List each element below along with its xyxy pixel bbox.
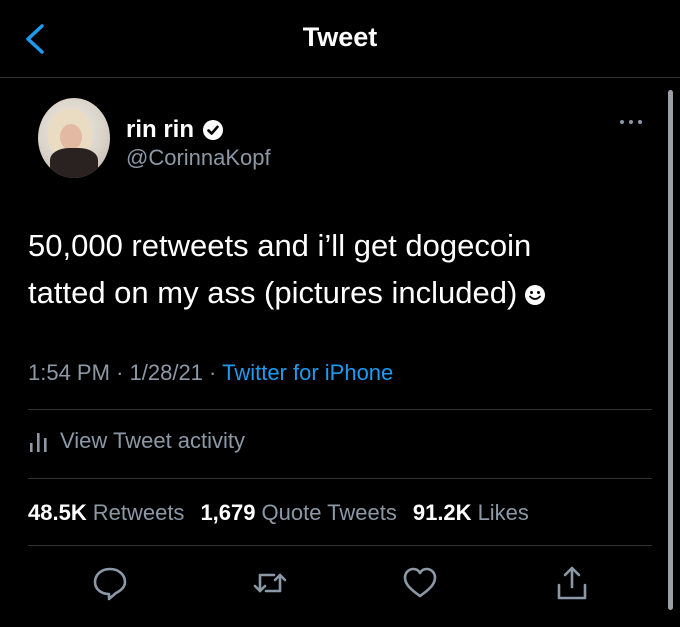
quotes-label: Quote Tweets <box>261 500 397 525</box>
page-title: Tweet <box>302 22 378 52</box>
likes-label: Likes <box>477 500 529 525</box>
tweet-meta: 1:54 PM · 1/28/21 · Twitter for iPhone <box>28 360 394 385</box>
share-icon[interactable] <box>552 563 592 603</box>
likes-stat[interactable]: 91.2K Likes <box>413 500 529 526</box>
author-name[interactable]: rin rin <box>126 116 224 144</box>
top-bar: Tweet <box>0 0 680 78</box>
tweet-source-link[interactable]: Twitter for iPhone <box>222 360 393 385</box>
retweets-label: Retweets <box>92 500 185 525</box>
action-bar <box>28 563 652 603</box>
activity-icon <box>30 433 47 452</box>
activity-label: View Tweet activity <box>60 428 246 453</box>
scrollbar[interactable] <box>668 90 673 610</box>
like-icon[interactable] <box>400 563 440 603</box>
author-handle[interactable]: @CorinnaKopf <box>126 145 271 171</box>
divider <box>28 478 652 479</box>
view-activity-link[interactable]: View Tweet activity <box>28 428 245 454</box>
tweet-time: 1:54 PM <box>28 360 110 385</box>
avatar[interactable] <box>38 98 110 178</box>
divider <box>28 545 652 546</box>
retweets-stat[interactable]: 48.5K Retweets <box>28 500 184 526</box>
tweet-text-line: tatted on my ass (pictures included) <box>28 275 518 310</box>
quotes-stat[interactable]: 1,679 Quote Tweets <box>200 500 396 526</box>
tweet-text-line-2: tatted on my ass (pictures included) <box>28 269 648 316</box>
retweets-count: 48.5K <box>28 500 87 525</box>
more-icon[interactable] <box>616 112 646 132</box>
tweet-date: 1/28/21 <box>129 360 203 385</box>
author-name-text: rin rin <box>126 116 195 143</box>
divider <box>28 409 652 410</box>
engagement-stats: 48.5K Retweets 1,679 Quote Tweets 91.2K Lik… <box>28 500 529 526</box>
likes-count: 91.2K <box>412 500 472 525</box>
verified-icon <box>203 120 224 140</box>
quotes-count: 1,679 <box>200 500 256 525</box>
tweet-text-line: 50,000 retweets and i’ll get dogecoin <box>28 228 532 263</box>
smiley-icon <box>525 284 546 305</box>
retweet-icon[interactable] <box>250 563 290 603</box>
reply-icon[interactable] <box>90 563 130 603</box>
tweet-text: 50,000 retweets and i’ll get dogecoin ta… <box>28 222 648 316</box>
